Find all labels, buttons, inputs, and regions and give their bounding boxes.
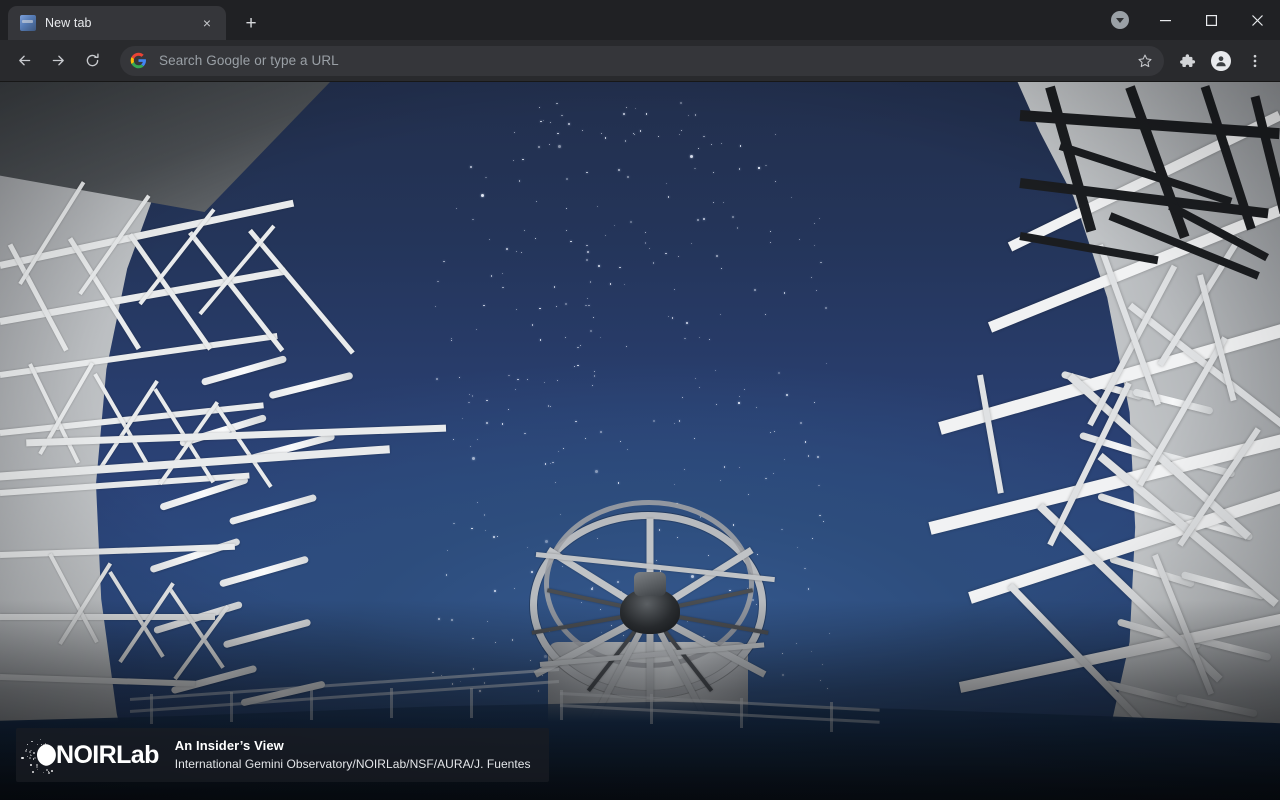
page-viewport: NOIRLab An Insider’s View International … (0, 82, 1280, 800)
minimize-button[interactable] (1142, 0, 1188, 40)
extensions-puzzle-icon[interactable] (1171, 45, 1203, 77)
bookmark-star-icon[interactable] (1132, 48, 1158, 74)
browser-toolbar: Search Google or type a URL (0, 40, 1280, 82)
caption-text-block: An Insider’s View International Gemini O… (175, 737, 531, 773)
tab-title: New tab (45, 16, 196, 30)
window-controls (1106, 0, 1280, 40)
reload-button[interactable] (76, 45, 108, 77)
steel-girders (1020, 82, 1280, 312)
background-photo: NOIRLab An Insider’s View International … (0, 82, 1280, 800)
crescent-moon-starfield-icon (28, 740, 58, 770)
page-favicon-icon (20, 15, 36, 31)
caption-title: An Insider’s View (175, 737, 531, 756)
close-window-button[interactable] (1234, 0, 1280, 40)
noirlab-logo: NOIRLab (28, 740, 159, 770)
forward-button[interactable] (42, 45, 74, 77)
caption-credit: International Gemini Observatory/NOIRLab… (175, 756, 531, 773)
chevron-down-icon (1111, 11, 1129, 29)
address-bar-input[interactable]: Search Google or type a URL (159, 53, 1132, 68)
tab-new-tab[interactable]: New tab × (8, 6, 226, 40)
catwalk-railing (0, 676, 1280, 736)
back-button[interactable] (8, 45, 40, 77)
tab-search-button[interactable] (1106, 6, 1134, 34)
noirlab-wordmark: NOIRLab (56, 743, 159, 768)
secondary-mirror (620, 588, 680, 634)
chrome-menu-icon[interactable] (1239, 45, 1271, 77)
google-g-icon (130, 52, 147, 69)
toolbar-actions (1170, 45, 1272, 77)
tab-strip: New tab × + (0, 0, 1280, 40)
close-tab-icon[interactable]: × (196, 12, 218, 34)
profile-avatar-icon[interactable] (1205, 45, 1237, 77)
address-bar[interactable]: Search Google or type a URL (120, 46, 1164, 76)
browser-window: New tab × + (0, 0, 1280, 800)
new-tab-button[interactable]: + (236, 8, 266, 38)
avatar (1211, 51, 1231, 71)
maximize-button[interactable] (1188, 0, 1234, 40)
image-caption-overlay: NOIRLab An Insider’s View International … (16, 728, 549, 782)
